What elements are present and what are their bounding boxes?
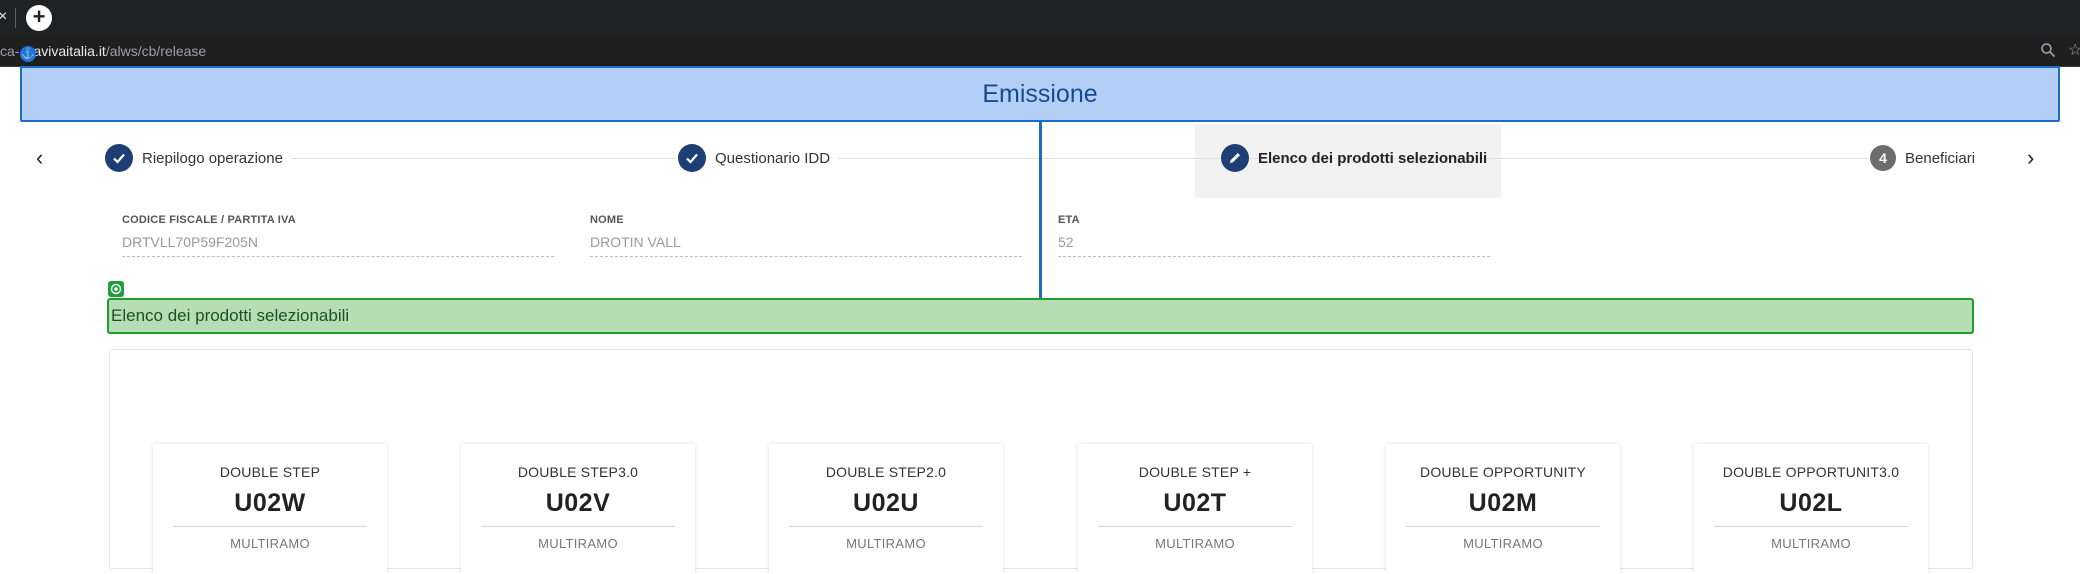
- zoom-icon[interactable]: [2040, 42, 2056, 58]
- anchor-icon[interactable]: ⚓: [20, 46, 36, 62]
- product-name: DOUBLE STEP +: [1138, 464, 1252, 480]
- product-type: MULTIRAMO: [1155, 536, 1235, 551]
- field-value: DROTIN VALL: [590, 234, 1022, 257]
- url-host: avivaitalia.it: [33, 43, 106, 59]
- step-label: Beneficiari: [1905, 149, 1976, 167]
- nome-field: NOME DROTIN VALL: [590, 214, 1022, 257]
- product-card[interactable]: DOUBLE STEP2.0 U02U MULTIRAMO: [769, 444, 1003, 574]
- product-code: U02V: [545, 489, 611, 517]
- header-banner: Emissione: [20, 66, 2060, 122]
- check-icon: [105, 144, 133, 172]
- product-code: U02T: [1163, 489, 1227, 517]
- step-label: Riepilogo operazione: [142, 149, 283, 167]
- url-prefix: ca-: [0, 43, 20, 59]
- field-value: 52: [1058, 234, 1490, 257]
- product-card[interactable]: DOUBLE OPPORTUNIT3.0 U02L MULTIRAMO: [1694, 444, 1928, 574]
- section-banner: Elenco dei prodotti selezionabili: [107, 298, 1974, 334]
- bookmark-star-icon[interactable]: ☆: [2068, 40, 2080, 60]
- product-type: MULTIRAMO: [1463, 536, 1543, 551]
- product-code: U02W: [234, 489, 306, 517]
- product-type: MULTIRAMO: [1771, 536, 1851, 551]
- step-label: Questionario IDD: [715, 149, 831, 167]
- eta-field: ETA 52: [1058, 214, 1490, 257]
- product-type: MULTIRAMO: [846, 536, 926, 551]
- product-card[interactable]: DOUBLE STEP + U02T MULTIRAMO: [1078, 444, 1312, 574]
- address-bar[interactable]: ca-avivaitalia.it/alws/cb/release: [0, 35, 2080, 67]
- url-path: /alws/cb/release: [105, 43, 207, 59]
- page-title: Emissione: [982, 80, 1098, 108]
- stepper-prev-icon[interactable]: ‹: [36, 146, 56, 170]
- check-icon: [678, 144, 706, 172]
- tab-close-icon[interactable]: ×: [0, 6, 12, 28]
- section-title: Elenco dei prodotti selezionabili: [111, 306, 350, 325]
- card-divider: [1098, 526, 1292, 527]
- field-value: DRTVLL70P59F205N: [122, 234, 554, 257]
- stepper-next-icon[interactable]: ›: [2027, 146, 2047, 170]
- product-name: DOUBLE OPPORTUNIT3.0: [1722, 464, 1900, 480]
- product-type: MULTIRAMO: [538, 536, 618, 551]
- product-name: DOUBLE STEP2.0: [825, 464, 947, 480]
- step-label: Elenco dei prodotti selezionabili: [1258, 149, 1488, 167]
- card-divider: [789, 526, 983, 527]
- field-label: NOME: [590, 214, 624, 226]
- vertical-guide-line: [1039, 122, 1042, 298]
- step-questionario-idd[interactable]: Questionario IDD: [676, 140, 839, 176]
- product-card[interactable]: DOUBLE STEP U02W MULTIRAMO: [153, 444, 387, 574]
- new-tab-button[interactable]: +: [26, 5, 52, 31]
- step-riepilogo-operazione[interactable]: Riepilogo operazione: [103, 140, 291, 176]
- field-label: ETA: [1058, 214, 1080, 226]
- product-name: DOUBLE STEP: [219, 464, 321, 480]
- target-icon: [108, 281, 124, 297]
- product-card[interactable]: DOUBLE STEP3.0 U02V MULTIRAMO: [461, 444, 695, 574]
- product-code: U02U: [853, 489, 919, 517]
- card-divider: [481, 526, 675, 527]
- tab-separator: [15, 8, 16, 28]
- field-label: CODICE FISCALE / PARTITA IVA: [122, 214, 296, 226]
- product-type: MULTIRAMO: [230, 536, 310, 551]
- card-divider: [1714, 526, 1908, 527]
- product-name: DOUBLE OPPORTUNITY: [1420, 464, 1586, 480]
- card-divider: [173, 526, 367, 527]
- product-name: DOUBLE STEP3.0: [517, 464, 639, 480]
- product-card[interactable]: DOUBLE OPPORTUNITY U02M MULTIRAMO: [1386, 444, 1620, 574]
- pencil-icon: [1221, 144, 1249, 172]
- step-beneficiari[interactable]: 4 Beneficiari: [1868, 140, 1984, 176]
- codice-fiscale-field: CODICE FISCALE / PARTITA IVA DRTVLL70P59…: [122, 214, 554, 257]
- card-divider: [1406, 526, 1600, 527]
- product-code: U02L: [1779, 489, 1843, 517]
- browser-tab-bar: × +: [0, 0, 2080, 35]
- step-number-badge: 4: [1870, 145, 1896, 171]
- step-elenco-prodotti[interactable]: Elenco dei prodotti selezionabili: [1219, 140, 1495, 176]
- product-code: U02M: [1468, 489, 1538, 517]
